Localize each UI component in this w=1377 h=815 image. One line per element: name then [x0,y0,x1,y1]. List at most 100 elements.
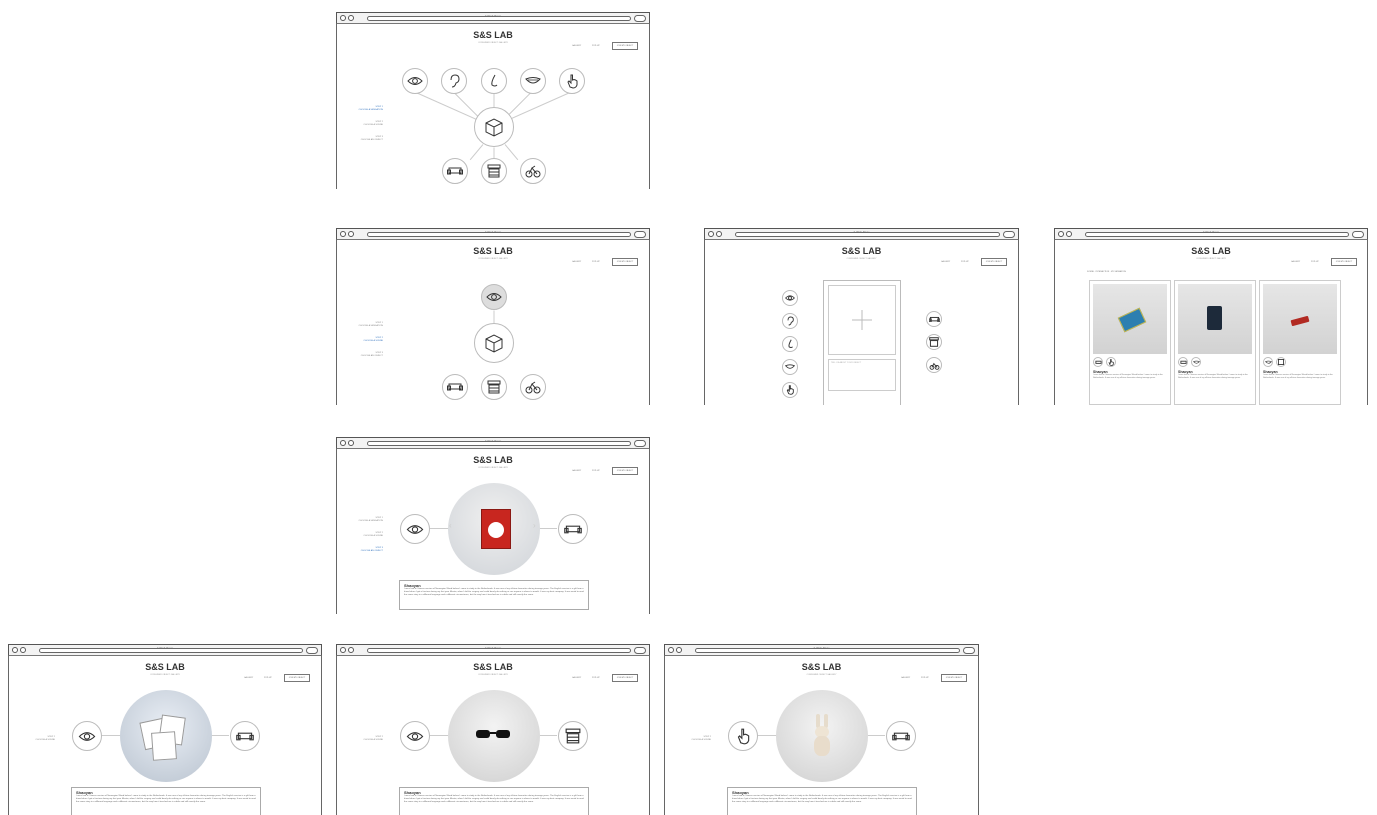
sense-mouth[interactable] [520,68,546,94]
nav-popup[interactable]: POP-UP [592,677,600,679]
sense-hand[interactable] [782,382,798,398]
step-2-label[interactable]: STEP 2 CHOOSE A SCENE [343,337,383,343]
scene-bike[interactable] [520,158,546,184]
site-brand[interactable]: S&S LAB [337,30,649,40]
sense-eye[interactable] [782,290,798,306]
search-pill[interactable] [634,15,646,22]
nav-gallery[interactable]: GALLERY [244,677,253,679]
sense-eye[interactable] [400,721,430,751]
gallery-breadcrumb[interactable]: SCENE · INTERACTION · MY SENSATION [1087,271,1126,273]
sense-eye[interactable] [72,721,102,751]
site-brand[interactable]: S&S LAB [1055,246,1367,256]
nav-popup[interactable]: POP-UP [1311,261,1319,263]
object-photo-glasses[interactable] [448,690,540,782]
sense-mouth[interactable] [782,359,798,375]
nav-popup[interactable]: POP-UP [592,45,600,47]
step-3-label[interactable]: STEP 3 CHOOSE AN OBJECT [343,352,383,358]
join-button[interactable]: JOIN MY OBJECT [1331,258,1357,266]
search-pill[interactable] [634,440,646,447]
object-photo-lipstick[interactable] [1263,284,1337,354]
gallery-card[interactable]: Shaoyan I once had a Chinese version of … [1174,280,1256,405]
tag-hand[interactable] [1106,357,1116,367]
step-2-label[interactable]: STEP 2 CHOOSE A SCENE [671,736,711,742]
sense-nose[interactable] [782,336,798,352]
search-pill[interactable] [1003,231,1015,238]
url-bar[interactable] [1085,232,1349,237]
url-bar[interactable] [735,232,1000,237]
gallery-card[interactable]: Shaoyan I once had a Chinese version of … [1259,280,1341,405]
prev-arrow[interactable]: ‹ [449,521,452,530]
tag-store[interactable] [1276,357,1286,367]
scene-sofa[interactable] [442,158,468,184]
gallery-card[interactable]: Shaoyan I once had a Chinese version of … [1089,280,1171,405]
nav-gallery[interactable]: GALLERY [572,677,581,679]
tag-sofa[interactable] [1093,357,1103,367]
step-1-label[interactable]: STEP 1 CHOOSE A SENSATION [343,517,383,523]
site-brand[interactable]: S&S LAB [705,246,1018,256]
url-bar[interactable] [39,648,303,653]
object-photo-plush[interactable] [776,690,868,782]
url-bar[interactable] [367,648,631,653]
nav-gallery[interactable]: GALLERY [572,261,581,263]
search-pill[interactable] [634,647,646,654]
object-photo-polaroids[interactable] [120,690,212,782]
scene-sofa[interactable] [886,721,916,751]
sense-ear[interactable] [441,68,467,94]
sense-ear[interactable] [782,313,798,329]
sense-eye-selected[interactable] [481,284,507,310]
object-photo-book[interactable] [448,483,540,575]
sense-eye[interactable] [402,68,428,94]
join-button[interactable]: JOIN MY OBJECT [612,674,638,682]
join-button[interactable]: JOIN MY OBJECT [284,674,310,682]
join-button[interactable]: JOIN MY OBJECT [612,467,638,475]
url-bar[interactable] [367,232,631,237]
nav-gallery[interactable]: GALLERY [572,45,581,47]
site-brand[interactable]: S&S LAB [9,662,321,672]
site-brand[interactable]: S&S LAB [665,662,978,672]
nav-popup[interactable]: POP-UP [961,261,969,263]
join-button[interactable]: JOIN MY OBJECT [941,674,967,682]
url-bar[interactable] [367,16,631,21]
url-bar[interactable] [367,441,631,446]
scene-store[interactable] [481,374,507,400]
search-pill[interactable] [963,647,975,654]
scene-store[interactable] [558,721,588,751]
center-object-box[interactable] [474,323,514,363]
url-bar[interactable] [695,648,960,653]
sense-nose[interactable] [481,68,507,94]
caption-textarea[interactable]: TELL US ABOUT YOUR OBJECT [828,359,896,391]
step-3-label[interactable]: STEP 3 CHOOSE AN OBJECT [343,547,383,553]
step-1-label[interactable]: STEP 1 CHOOSE A SENSATION [343,106,383,112]
search-pill[interactable] [306,647,318,654]
nav-gallery[interactable]: GALLERY [1291,261,1300,263]
scene-sofa[interactable] [926,311,942,327]
join-button[interactable]: JOIN MY OBJECT [612,258,638,266]
next-arrow[interactable]: › [533,521,536,530]
nav-popup[interactable]: POP-UP [592,470,600,472]
nav-popup[interactable]: POP-UP [264,677,272,679]
step-2-label[interactable]: STEP 2 CHOOSE A SCENE [343,121,383,127]
sense-hand[interactable] [559,68,585,94]
nav-popup[interactable]: POP-UP [592,261,600,263]
nav-popup[interactable]: POP-UP [921,677,929,679]
object-photo-towel[interactable] [1093,284,1167,354]
scene-sofa[interactable] [558,514,588,544]
image-dropzone[interactable] [828,285,896,355]
site-brand[interactable]: S&S LAB [337,455,649,465]
step-1-label[interactable]: STEP 1 CHOOSE A SENSATION [343,322,383,328]
join-button[interactable]: JOIN MY OBJECT [612,42,638,50]
scene-bike[interactable] [926,357,942,373]
join-button[interactable]: JOIN MY OBJECT [981,258,1007,266]
scene-sofa[interactable] [230,721,260,751]
tag-mouth[interactable] [1191,357,1201,367]
nav-gallery[interactable]: GALLERY [572,470,581,472]
scene-bike[interactable] [520,374,546,400]
search-pill[interactable] [634,231,646,238]
center-object-box[interactable] [474,107,514,147]
site-brand[interactable]: S&S LAB [337,246,649,256]
nav-gallery[interactable]: GALLERY [941,261,950,263]
step-3-label[interactable]: STEP 3 CHOOSE AN OBJECT [343,136,383,142]
nav-gallery[interactable]: GALLERY [901,677,910,679]
scene-store[interactable] [481,158,507,184]
sense-eye[interactable] [400,514,430,544]
